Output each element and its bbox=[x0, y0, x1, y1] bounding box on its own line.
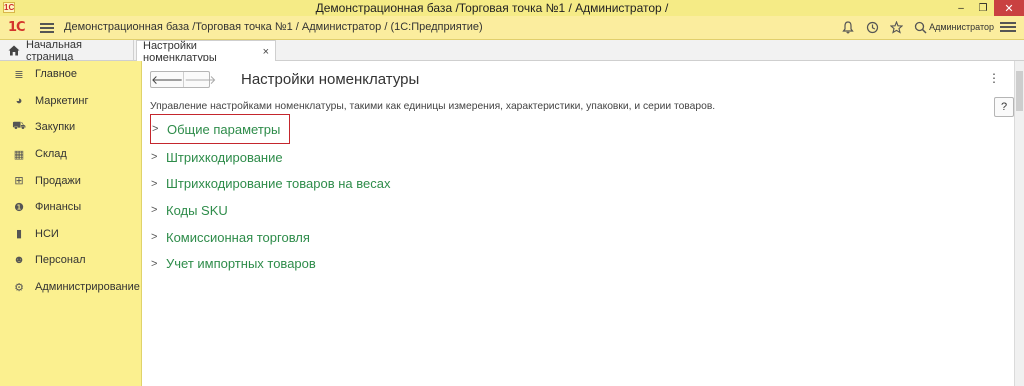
tab-nomenclature-settings[interactable]: Настройки номенклатуры × bbox=[136, 39, 276, 64]
section-link[interactable]: > Штрихкодирование товаров на весах bbox=[151, 171, 390, 198]
section-label: Коды SKU bbox=[166, 202, 228, 218]
chevron-right-icon: > bbox=[151, 204, 158, 217]
sidebar: ≣ Главное ◕ Маркетинг ⛟ Закупки ▦ Склад ⊞ Продажи… bbox=[0, 61, 142, 386]
sidebar-item-4[interactable]: ⊞ Продажи bbox=[0, 167, 141, 194]
chevron-right-icon: > bbox=[151, 177, 158, 190]
section-label: Учет импортных товаров bbox=[166, 256, 316, 272]
help-button[interactable]: ? bbox=[994, 97, 1014, 117]
sidebar-item-label: НСИ bbox=[35, 227, 59, 240]
back-button[interactable]: 🡐 bbox=[151, 72, 183, 87]
sidebar-item-label: Склад bbox=[35, 148, 67, 161]
more-actions-icon[interactable]: ⋮ bbox=[988, 71, 1000, 85]
window-title: Демонстрационная база /Торговая точка №1… bbox=[315, 1, 669, 15]
section-link[interactable]: > Штрихкодирование bbox=[151, 144, 390, 171]
sidebar-item-6[interactable]: ▮ НСИ bbox=[0, 221, 141, 248]
sidebar-item-3[interactable]: ▦ Склад bbox=[0, 141, 141, 168]
sidebar-item-label: Администрирование bbox=[35, 281, 140, 294]
menu-icon: ≣ bbox=[14, 68, 24, 81]
person-icon: ☻ bbox=[13, 254, 25, 267]
chevron-right-icon: > bbox=[151, 231, 158, 244]
sidebar-item-label: Закупки bbox=[35, 121, 76, 134]
warehouse-icon: ▦ bbox=[13, 148, 25, 161]
sidebar-item-label: Маркетинг bbox=[35, 94, 89, 107]
history-icon[interactable] bbox=[864, 19, 880, 35]
sidebar-item-1[interactable]: ◕ Маркетинг bbox=[0, 88, 141, 115]
nav-buttons: 🡐 🡒 bbox=[150, 71, 216, 88]
sidebar-item-label: Главное bbox=[35, 68, 78, 81]
pie-chart-icon: ◕ bbox=[15, 94, 23, 107]
section-link[interactable]: > Учет импортных товаров bbox=[151, 250, 390, 277]
tab-home-label: Начальная страница bbox=[26, 38, 82, 63]
close-button[interactable]: ✕ bbox=[994, 0, 1024, 16]
search-icon[interactable] bbox=[912, 19, 928, 35]
sidebar-item-8[interactable]: ⚙ Администрирование bbox=[0, 274, 141, 301]
window-title-bar: 1С Демонстрационная база /Торговая точка… bbox=[0, 0, 1024, 16]
logo-1c: 1С bbox=[8, 20, 26, 35]
vertical-scrollbar[interactable] bbox=[1014, 61, 1024, 386]
sidebar-item-label: Персонал bbox=[35, 254, 86, 267]
app-title: Демонстрационная база /Торговая точка №1… bbox=[64, 21, 483, 33]
section-link[interactable]: > Коды SKU bbox=[151, 197, 390, 224]
sidebar-item-5[interactable]: ❶ Финансы bbox=[0, 194, 141, 221]
forward-button[interactable]: 🡒 bbox=[183, 72, 216, 87]
section-label: Штрихкодирование товаров на весах bbox=[166, 176, 391, 192]
tab-active-label: Настройки номенклатуры bbox=[143, 39, 217, 64]
section-link[interactable]: > Общие параметры bbox=[150, 114, 290, 144]
section-link[interactable]: > Комиссионная торговля bbox=[151, 224, 390, 251]
app-header: 1С Демонстрационная база /Торговая точка… bbox=[0, 16, 1024, 40]
chevron-right-icon: > bbox=[152, 123, 159, 135]
tab-home[interactable]: Начальная страница bbox=[2, 38, 134, 63]
tabs-bar: Начальная страница Настройки номенклатур… bbox=[0, 38, 1024, 64]
section-label: Общие параметры bbox=[167, 121, 281, 137]
sidebar-item-label: Продажи bbox=[35, 174, 81, 187]
user-name[interactable]: Администратор bbox=[929, 22, 994, 32]
minimize-button[interactable]: – bbox=[950, 0, 972, 16]
basket-icon: ⊞ bbox=[14, 175, 24, 188]
section-label: Штрихкодирование bbox=[166, 149, 283, 165]
finance-icon: ❶ bbox=[14, 201, 24, 214]
settings-menu-icon[interactable] bbox=[1000, 20, 1016, 36]
star-icon[interactable] bbox=[888, 19, 904, 35]
chevron-right-icon: > bbox=[151, 257, 158, 270]
page-title: Настройки номенклатуры bbox=[241, 71, 420, 88]
sidebar-item-label: Финансы bbox=[35, 201, 82, 214]
settings-sections: > Общие параметры > Штрихкодирование > Штрихк… bbox=[150, 114, 390, 277]
page-description: Управление настройками номенклатуры, так… bbox=[150, 101, 716, 112]
gear-icon: ⚙ bbox=[14, 281, 24, 294]
sidebar-item-0[interactable]: ≣ Главное bbox=[0, 61, 141, 88]
main-content: 🡐 🡒 Настройки номенклатуры ⋮ ? Управлени… bbox=[142, 61, 1014, 386]
cart-icon: ⛟ bbox=[12, 120, 26, 133]
home-icon bbox=[8, 45, 20, 56]
bell-icon[interactable] bbox=[840, 19, 856, 35]
book-icon: ▮ bbox=[15, 228, 23, 241]
app-icon: 1С bbox=[3, 2, 15, 13]
sidebar-item-2[interactable]: ⛟ Закупки bbox=[0, 114, 141, 141]
main-menu-icon[interactable] bbox=[40, 21, 54, 35]
restore-button[interactable]: ❐ bbox=[972, 0, 994, 16]
scrollbar-thumb[interactable] bbox=[1016, 71, 1023, 111]
chevron-right-icon: > bbox=[151, 151, 158, 164]
close-tab-icon[interactable]: × bbox=[263, 46, 269, 58]
section-label: Комиссионная торговля bbox=[166, 229, 310, 245]
sidebar-item-7[interactable]: ☻ Персонал bbox=[0, 247, 141, 274]
